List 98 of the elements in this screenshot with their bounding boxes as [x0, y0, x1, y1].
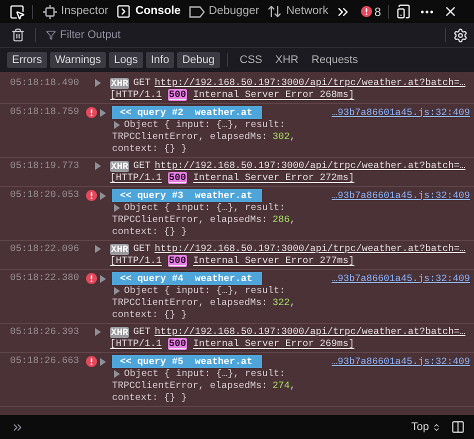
filter-toggle[interactable]: XHR [270, 52, 304, 68]
query-badge: << query #2 weather.at [112, 106, 262, 119]
elapsed-number: 274 [272, 380, 290, 392]
error-icon [86, 190, 97, 201]
timestamp: 05:18:18.490 [9, 77, 80, 90]
query-badge: << query #3 weather.at [112, 189, 262, 202]
protocol-text: [HTTP/1.1 [110, 89, 162, 101]
trash-icon[interactable] [11, 28, 25, 42]
source-link[interactable]: …93b7a86601a45.js:32:409 [332, 272, 474, 284]
response-status-link[interactable]: [HTTP/1.1 500 Internal Server Error 268ms] [110, 89, 466, 101]
filter-toggle[interactable]: Requests [306, 52, 363, 68]
settings-icon[interactable] [453, 28, 468, 42]
filter-toggle[interactable]: Debug [177, 52, 220, 68]
error-icon [86, 273, 97, 284]
status-code: 500 [168, 172, 188, 184]
split-panel-icon[interactable] [451, 420, 465, 434]
object-text: Object { input: {…}, result: [124, 119, 286, 131]
filter-toggle[interactable]: Info [146, 52, 174, 68]
updown-caret-icon [432, 422, 441, 432]
expand-triangle-icon[interactable] [95, 79, 101, 87]
comma-text: , [290, 297, 296, 309]
status-text: Internal Server Error 277ms] [193, 255, 354, 267]
request-url[interactable]: http://192.168.50.197:3000/api/trpc/weather.at?batch=… [154, 160, 466, 172]
filter-toggle[interactable]: Errors [7, 52, 47, 68]
timestamp: 05:18:19.773 [9, 160, 80, 173]
object-text: context: {} } [111, 309, 188, 321]
source-link[interactable]: …93b7a86601a45.js:32:409 [332, 356, 474, 368]
timestamp: 05:18:26.393 [9, 326, 80, 339]
query-badge: << query #5 weather.at [112, 355, 262, 368]
object-text: TRPCClientError, elapsedMs: [112, 380, 268, 392]
devtools-tab[interactable]: Inspector [40, 0, 112, 23]
object-text: context: {} } [111, 392, 188, 404]
devtools-tab[interactable]: Debugger [186, 0, 262, 23]
status-text: Internal Server Error 272ms] [193, 172, 354, 184]
request-url[interactable]: http://192.168.50.197:3000/api/trpc/weather.at?batch=… [154, 77, 466, 89]
object-text: TRPCClientError, elapsedMs: [112, 214, 268, 226]
request-method: GET [133, 160, 151, 172]
response-status-link[interactable]: [HTTP/1.1 500 Internal Server Error 277ms] [110, 255, 466, 267]
timestamp: 05:18:18.759 [9, 106, 80, 119]
request-method: GET [133, 243, 151, 255]
arrows-up-down-icon [267, 4, 282, 19]
devtools-tab[interactable]: Network [264, 0, 332, 23]
timestamp: 05:18:26.663 [9, 355, 80, 368]
error-icon [86, 356, 97, 367]
error-count[interactable]: 8 [374, 2, 382, 20]
object-text: Object { input: {…}, result: [124, 285, 286, 297]
responsive-design-icon[interactable] [396, 4, 412, 19]
xhr-tag: XHR [110, 326, 130, 338]
request-url[interactable]: http://192.168.50.197:3000/api/trpc/weather.at?batch=… [154, 243, 466, 255]
elapsed-number: 286 [272, 214, 290, 226]
expand-triangle-icon[interactable] [95, 328, 101, 336]
status-code: 500 [168, 255, 188, 267]
xhr-tag: XHR [110, 160, 130, 172]
comma-text: , [290, 214, 296, 226]
pick-element-icon[interactable] [9, 4, 25, 20]
timestamp: 05:18:22.380 [9, 272, 80, 285]
request-method: GET [133, 77, 151, 89]
xhr-tag: XHR [110, 78, 130, 88]
status-text: Internal Server Error 268ms] [193, 89, 354, 101]
crosshair-square-icon [43, 4, 57, 18]
object-text: context: {} } [111, 143, 188, 155]
xhr-tag: XHR [110, 244, 130, 254]
terminal-icon [116, 4, 132, 19]
filter-icon [46, 30, 56, 40]
protocol-text: [HTTP/1.1 [110, 255, 162, 267]
timestamp: 05:18:22.096 [9, 243, 80, 256]
source-link[interactable]: …93b7a86601a45.js:32:409 [332, 190, 474, 202]
object-text: Object { input: {…}, result: [124, 368, 286, 380]
elapsed-number: 322 [272, 297, 290, 309]
object-text: TRPCClientError, elapsedMs: [112, 131, 268, 143]
request-url[interactable]: http://192.168.50.197:3000/api/trpc/weather.at?batch=… [154, 326, 466, 338]
expand-triangle-icon[interactable] [95, 245, 101, 253]
comma-text: , [290, 380, 296, 392]
error-icon [86, 107, 97, 118]
response-status-link[interactable]: [HTTP/1.1 500 Internal Server Error 269ms] [110, 338, 466, 350]
elapsed-number: 302 [272, 131, 290, 143]
object-text: Object { input: {…}, result: [124, 202, 286, 214]
protocol-text: [HTTP/1.1 [110, 172, 162, 184]
request-method: GET [133, 326, 151, 338]
comma-text: , [290, 131, 296, 143]
filter-toggle[interactable]: Warnings [50, 52, 106, 68]
context-selector[interactable]: Top [411, 418, 441, 436]
response-status-link[interactable]: [HTTP/1.1 500 Internal Server Error 272ms] [110, 172, 466, 184]
status-code: 500 [168, 89, 188, 101]
object-text: context: {} } [111, 226, 188, 238]
protocol-text: [HTTP/1.1 [110, 338, 162, 350]
error-icon [361, 6, 372, 17]
object-text: TRPCClientError, elapsedMs: [112, 297, 268, 309]
status-text: Internal Server Error 269ms] [193, 338, 354, 350]
timestamp: 05:18:20.053 [9, 189, 80, 202]
devtools-tab[interactable]: Console [113, 0, 184, 23]
filter-toggle[interactable]: Logs [109, 52, 143, 68]
filter-toggle[interactable]: CSS [234, 52, 268, 68]
tag-icon [188, 6, 205, 18]
source-link[interactable]: …93b7a86601a45.js:32:409 [332, 106, 474, 118]
expand-triangle-icon[interactable] [95, 162, 101, 170]
query-badge: << query #4 weather.at [112, 272, 262, 285]
status-code: 500 [168, 338, 188, 350]
